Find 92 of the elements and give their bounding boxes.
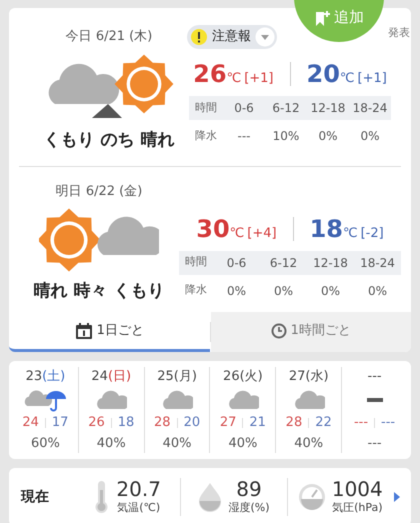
high-temp-value: 26 [193,59,227,90]
table-cell-text: 6-12 [271,100,301,117]
table-cell-text: 0% [366,282,388,300]
high-temp: --- [354,414,368,432]
row-label: 降水 [184,282,208,298]
table-cell-text: 10% [272,128,300,145]
calendar-icon [74,322,93,340]
current-caption: 気圧(hPa) [332,500,383,516]
weather-text: 晴れ 時々 くもり [34,280,164,302]
drop-icon [198,482,222,512]
current-value: 20.7 [116,478,161,500]
day-label: 今日 6/21 (木) [64,28,154,46]
weekday: (日) [108,368,132,386]
current-value: 89 [236,478,262,500]
low-temp: 17 [52,414,68,432]
high-temp-diff: [+1] [244,70,274,88]
row-label: 降水 [194,128,218,144]
high-temp-unit: ℃ [230,224,244,242]
current-label: 現在 [21,488,50,506]
low-temp: 18 [118,414,134,432]
bookmark-plus-icon [314,10,332,28]
sun-cloud-icon [39,206,159,272]
high-temp: 28 [286,414,302,432]
day-number: 24 [91,368,108,386]
row-label: 時間 [194,100,218,116]
low-temp-value: 20 [306,59,340,90]
table-cell-text: 0% [320,282,342,300]
table-cell-text: 0-6 [233,100,255,117]
table-cell-text: 0-6 [226,254,248,272]
table-cell-text: 0% [272,282,294,300]
dash-icon [366,398,383,402]
low-temp: 21 [249,414,266,432]
dropdown-icon [255,27,275,47]
precipitation: --- [368,434,382,452]
high-temp-diff: [+4] [247,224,277,242]
day-label: 明日 6/22 (金) [54,182,144,201]
weather-text: くもり のち 晴れ [44,129,174,152]
high-temp: 28 [154,414,171,432]
cloud-icon [226,389,259,411]
tab[interactable]: 1時間ごと [210,312,411,352]
clock-icon [270,322,287,338]
low-temp: 22 [315,414,332,432]
warning-label: 注意報 [212,28,251,46]
day-number: --- [368,368,382,386]
cloud-umbrella-icon [23,388,68,412]
table-cell-text: 0% [317,128,339,145]
precipitation: 40% [96,434,126,452]
table-cell-text: 18-24 [352,100,388,117]
high-temp: 24 [22,414,39,432]
announce-time: 発表 [388,25,410,41]
low-temp-diff: [-2] [360,224,384,242]
weekday: (火) [240,368,263,386]
current-value: 1004 [332,478,383,500]
high-temp-unit: ℃ [226,70,242,88]
cloud-icon [292,389,325,411]
day-number: 27 [288,368,306,386]
day-number: 25 [157,368,174,386]
gauge-icon [298,483,326,511]
low-temp: --- [381,414,396,432]
cloud-icon [95,389,128,411]
current-caption: 気温(℃) [117,500,160,516]
table-cell-text: --- [236,128,252,145]
warning-icon [190,28,208,46]
table-cell-text: 12-18 [312,254,349,272]
table-cell-text: 0% [226,282,248,300]
high-temp: 26 [88,414,105,432]
precipitation: 60% [30,434,60,452]
day-number: 26 [223,368,240,386]
precipitation: 40% [162,434,192,452]
table-cell-text: 12-18 [310,100,346,117]
cloud-icon [161,389,194,411]
precipitation: 40% [294,434,324,452]
low-temp-diff: [+1] [358,70,387,88]
high-temp: 27 [220,414,236,432]
table-cell-text: 18-24 [359,254,396,272]
low-temp-value: 18 [310,214,343,244]
current-caption: 湿度(%) [228,500,270,516]
table-cell-text: 0% [359,128,381,145]
weekday: (月) [174,368,197,386]
day-number: 23 [26,368,42,386]
precipitation: 40% [228,434,258,452]
weekday: (土) [42,368,66,386]
thermometer-icon [94,480,110,514]
warning-badge[interactable]: 注意報 [187,25,277,49]
weekday: (水) [305,368,329,386]
low-temp-unit: ℃ [343,224,358,242]
next-arrow-icon [392,491,401,503]
row-label: 時間 [184,254,208,270]
table-cell-text: 6-12 [268,254,298,272]
low-temp-unit: ℃ [340,70,355,88]
low-temp: 20 [184,414,200,432]
high-temp-value: 30 [196,214,230,244]
